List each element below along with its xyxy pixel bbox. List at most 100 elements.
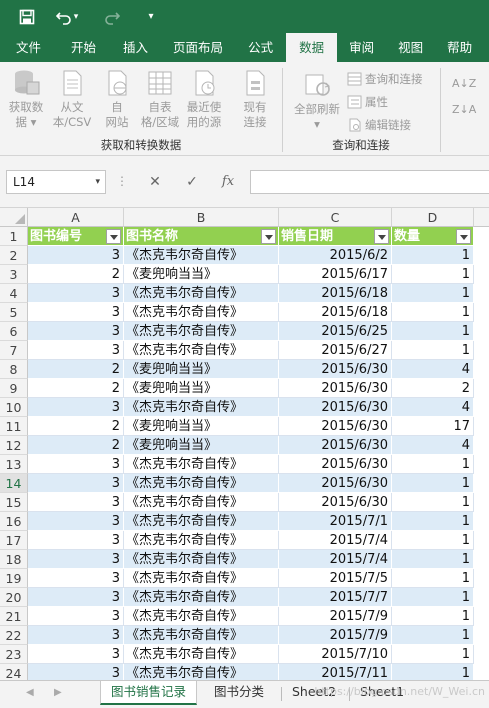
table-cell[interactable]: 2015/6/18 bbox=[279, 284, 392, 303]
sort-ascending-button[interactable]: A↓Z bbox=[452, 74, 476, 92]
row-header[interactable]: 9 bbox=[0, 379, 28, 398]
table-cell[interactable]: 《麦兜响当当》 bbox=[124, 417, 279, 436]
sheet-tab-categories[interactable]: 图书分类 bbox=[204, 681, 274, 705]
table-cell[interactable]: 2015/6/25 bbox=[279, 322, 392, 341]
row-header[interactable]: 7 bbox=[0, 341, 28, 360]
table-cell[interactable]: 《麦兜响当当》 bbox=[124, 265, 279, 284]
table-cell[interactable]: 3 bbox=[28, 531, 124, 550]
table-cell[interactable]: 2015/6/30 bbox=[279, 379, 392, 398]
row-header[interactable]: 5 bbox=[0, 303, 28, 322]
customize-qat-icon[interactable]: ▾ bbox=[140, 6, 162, 28]
table-cell[interactable]: 《麦兜响当当》 bbox=[124, 379, 279, 398]
table-cell[interactable]: 1 bbox=[392, 607, 474, 626]
table-cell[interactable]: 1 bbox=[392, 322, 474, 341]
table-cell[interactable]: 2015/6/18 bbox=[279, 303, 392, 322]
table-cell[interactable]: 2015/6/27 bbox=[279, 341, 392, 360]
table-cell[interactable]: 《杰克韦尔奇自传》 bbox=[124, 569, 279, 588]
row-header[interactable]: 23 bbox=[0, 645, 28, 664]
table-cell[interactable]: 2 bbox=[28, 360, 124, 379]
name-box[interactable]: L14 ▾ bbox=[6, 170, 106, 194]
table-cell[interactable]: 3 bbox=[28, 550, 124, 569]
table-cell[interactable]: 2015/7/11 bbox=[279, 664, 392, 680]
filter-dropdown-icon[interactable] bbox=[106, 229, 121, 244]
next-sheet-icon[interactable]: ▶ bbox=[54, 687, 62, 698]
table-cell[interactable]: 1 bbox=[392, 493, 474, 512]
table-cell[interactable]: 3 bbox=[28, 493, 124, 512]
row-header[interactable]: 14 bbox=[0, 474, 28, 493]
table-cell[interactable]: 17 bbox=[392, 417, 474, 436]
table-cell[interactable]: 3 bbox=[28, 588, 124, 607]
table-cell[interactable]: 3 bbox=[28, 341, 124, 360]
row-header[interactable]: 21 bbox=[0, 607, 28, 626]
column-header-a[interactable]: A bbox=[28, 208, 124, 227]
cancel-icon[interactable]: ✕ bbox=[141, 170, 169, 194]
row-header[interactable]: 19 bbox=[0, 569, 28, 588]
table-cell[interactable]: 1 bbox=[392, 664, 474, 680]
table-cell[interactable]: 2 bbox=[28, 379, 124, 398]
table-cell[interactable]: 1 bbox=[392, 265, 474, 284]
table-cell[interactable]: 3 bbox=[28, 455, 124, 474]
table-cell[interactable]: 3 bbox=[28, 284, 124, 303]
table-cell[interactable]: 2015/6/30 bbox=[279, 436, 392, 455]
select-all-corner[interactable] bbox=[0, 208, 28, 227]
column-header-e[interactable] bbox=[474, 208, 489, 227]
table-cell[interactable]: 《杰克韦尔奇自传》 bbox=[124, 455, 279, 474]
table-cell[interactable]: 3 bbox=[28, 398, 124, 417]
sort-descending-button[interactable]: Z↓A bbox=[452, 100, 476, 118]
row-header[interactable]: 3 bbox=[0, 265, 28, 284]
table-cell[interactable]: 《杰克韦尔奇自传》 bbox=[124, 341, 279, 360]
header-cell[interactable]: 图书名称 bbox=[124, 227, 279, 246]
sheet-tab-sales-records[interactable]: 图书销售记录 bbox=[100, 681, 198, 705]
table-cell[interactable]: 2 bbox=[28, 265, 124, 284]
row-header[interactable]: 13 bbox=[0, 455, 28, 474]
table-cell[interactable]: 3 bbox=[28, 303, 124, 322]
table-cell[interactable]: 2015/7/4 bbox=[279, 550, 392, 569]
queries-connections-button[interactable]: 查询和连接 bbox=[347, 70, 423, 88]
tab-page-layout[interactable]: 页面布局 bbox=[161, 33, 235, 62]
table-cell[interactable]: 1 bbox=[392, 531, 474, 550]
table-cell[interactable]: 《麦兜响当当》 bbox=[124, 436, 279, 455]
table-cell[interactable]: 《杰克韦尔奇自传》 bbox=[124, 664, 279, 680]
filter-dropdown-icon[interactable] bbox=[374, 229, 389, 244]
formula-input[interactable] bbox=[250, 170, 489, 194]
row-header[interactable]: 15 bbox=[0, 493, 28, 512]
table-cell[interactable]: 《杰克韦尔奇自传》 bbox=[124, 322, 279, 341]
row-header[interactable]: 17 bbox=[0, 531, 28, 550]
table-cell[interactable]: 1 bbox=[392, 246, 474, 265]
table-cell[interactable]: 《杰克韦尔奇自传》 bbox=[124, 303, 279, 322]
table-cell[interactable]: 1 bbox=[392, 303, 474, 322]
insert-function-icon[interactable]: fx bbox=[214, 170, 242, 194]
save-icon[interactable] bbox=[16, 6, 38, 28]
table-cell[interactable]: 《杰克韦尔奇自传》 bbox=[124, 588, 279, 607]
row-header[interactable]: 12 bbox=[0, 436, 28, 455]
column-header-d[interactable]: D bbox=[392, 208, 474, 227]
table-cell[interactable]: 3 bbox=[28, 626, 124, 645]
table-cell[interactable]: 2015/6/30 bbox=[279, 493, 392, 512]
table-cell[interactable]: 《麦兜响当当》 bbox=[124, 360, 279, 379]
table-cell[interactable]: 2 bbox=[392, 379, 474, 398]
name-box-dropdown-icon[interactable]: ▾ bbox=[95, 171, 100, 193]
tab-file[interactable]: 文件 bbox=[0, 33, 57, 62]
tab-insert[interactable]: 插入 bbox=[110, 33, 161, 62]
edit-links-button[interactable]: 编辑链接 bbox=[347, 116, 411, 134]
row-header[interactable]: 2 bbox=[0, 246, 28, 265]
tab-home[interactable]: 开始 bbox=[57, 33, 110, 62]
row-header[interactable]: 22 bbox=[0, 626, 28, 645]
table-cell[interactable]: 2015/6/30 bbox=[279, 474, 392, 493]
table-cell[interactable]: 1 bbox=[392, 645, 474, 664]
existing-connections-button[interactable]: 现有 连接 bbox=[233, 68, 277, 130]
refresh-all-button[interactable]: 全部刷新 ▾ bbox=[289, 70, 345, 132]
table-cell[interactable]: 《杰克韦尔奇自传》 bbox=[124, 531, 279, 550]
table-cell[interactable]: 2015/7/4 bbox=[279, 531, 392, 550]
table-cell[interactable]: 2015/7/9 bbox=[279, 607, 392, 626]
table-cell[interactable]: 3 bbox=[28, 664, 124, 680]
tab-data[interactable]: 数据 bbox=[286, 33, 338, 62]
refresh-all-dropdown[interactable]: ▾ bbox=[289, 117, 345, 132]
row-header[interactable]: 10 bbox=[0, 398, 28, 417]
row-header[interactable]: 20 bbox=[0, 588, 28, 607]
header-cell[interactable]: 图书编号 bbox=[28, 227, 124, 246]
table-cell[interactable]: 2015/6/30 bbox=[279, 455, 392, 474]
table-cell[interactable]: 3 bbox=[28, 512, 124, 531]
row-header[interactable]: 8 bbox=[0, 360, 28, 379]
table-cell[interactable]: 1 bbox=[392, 569, 474, 588]
